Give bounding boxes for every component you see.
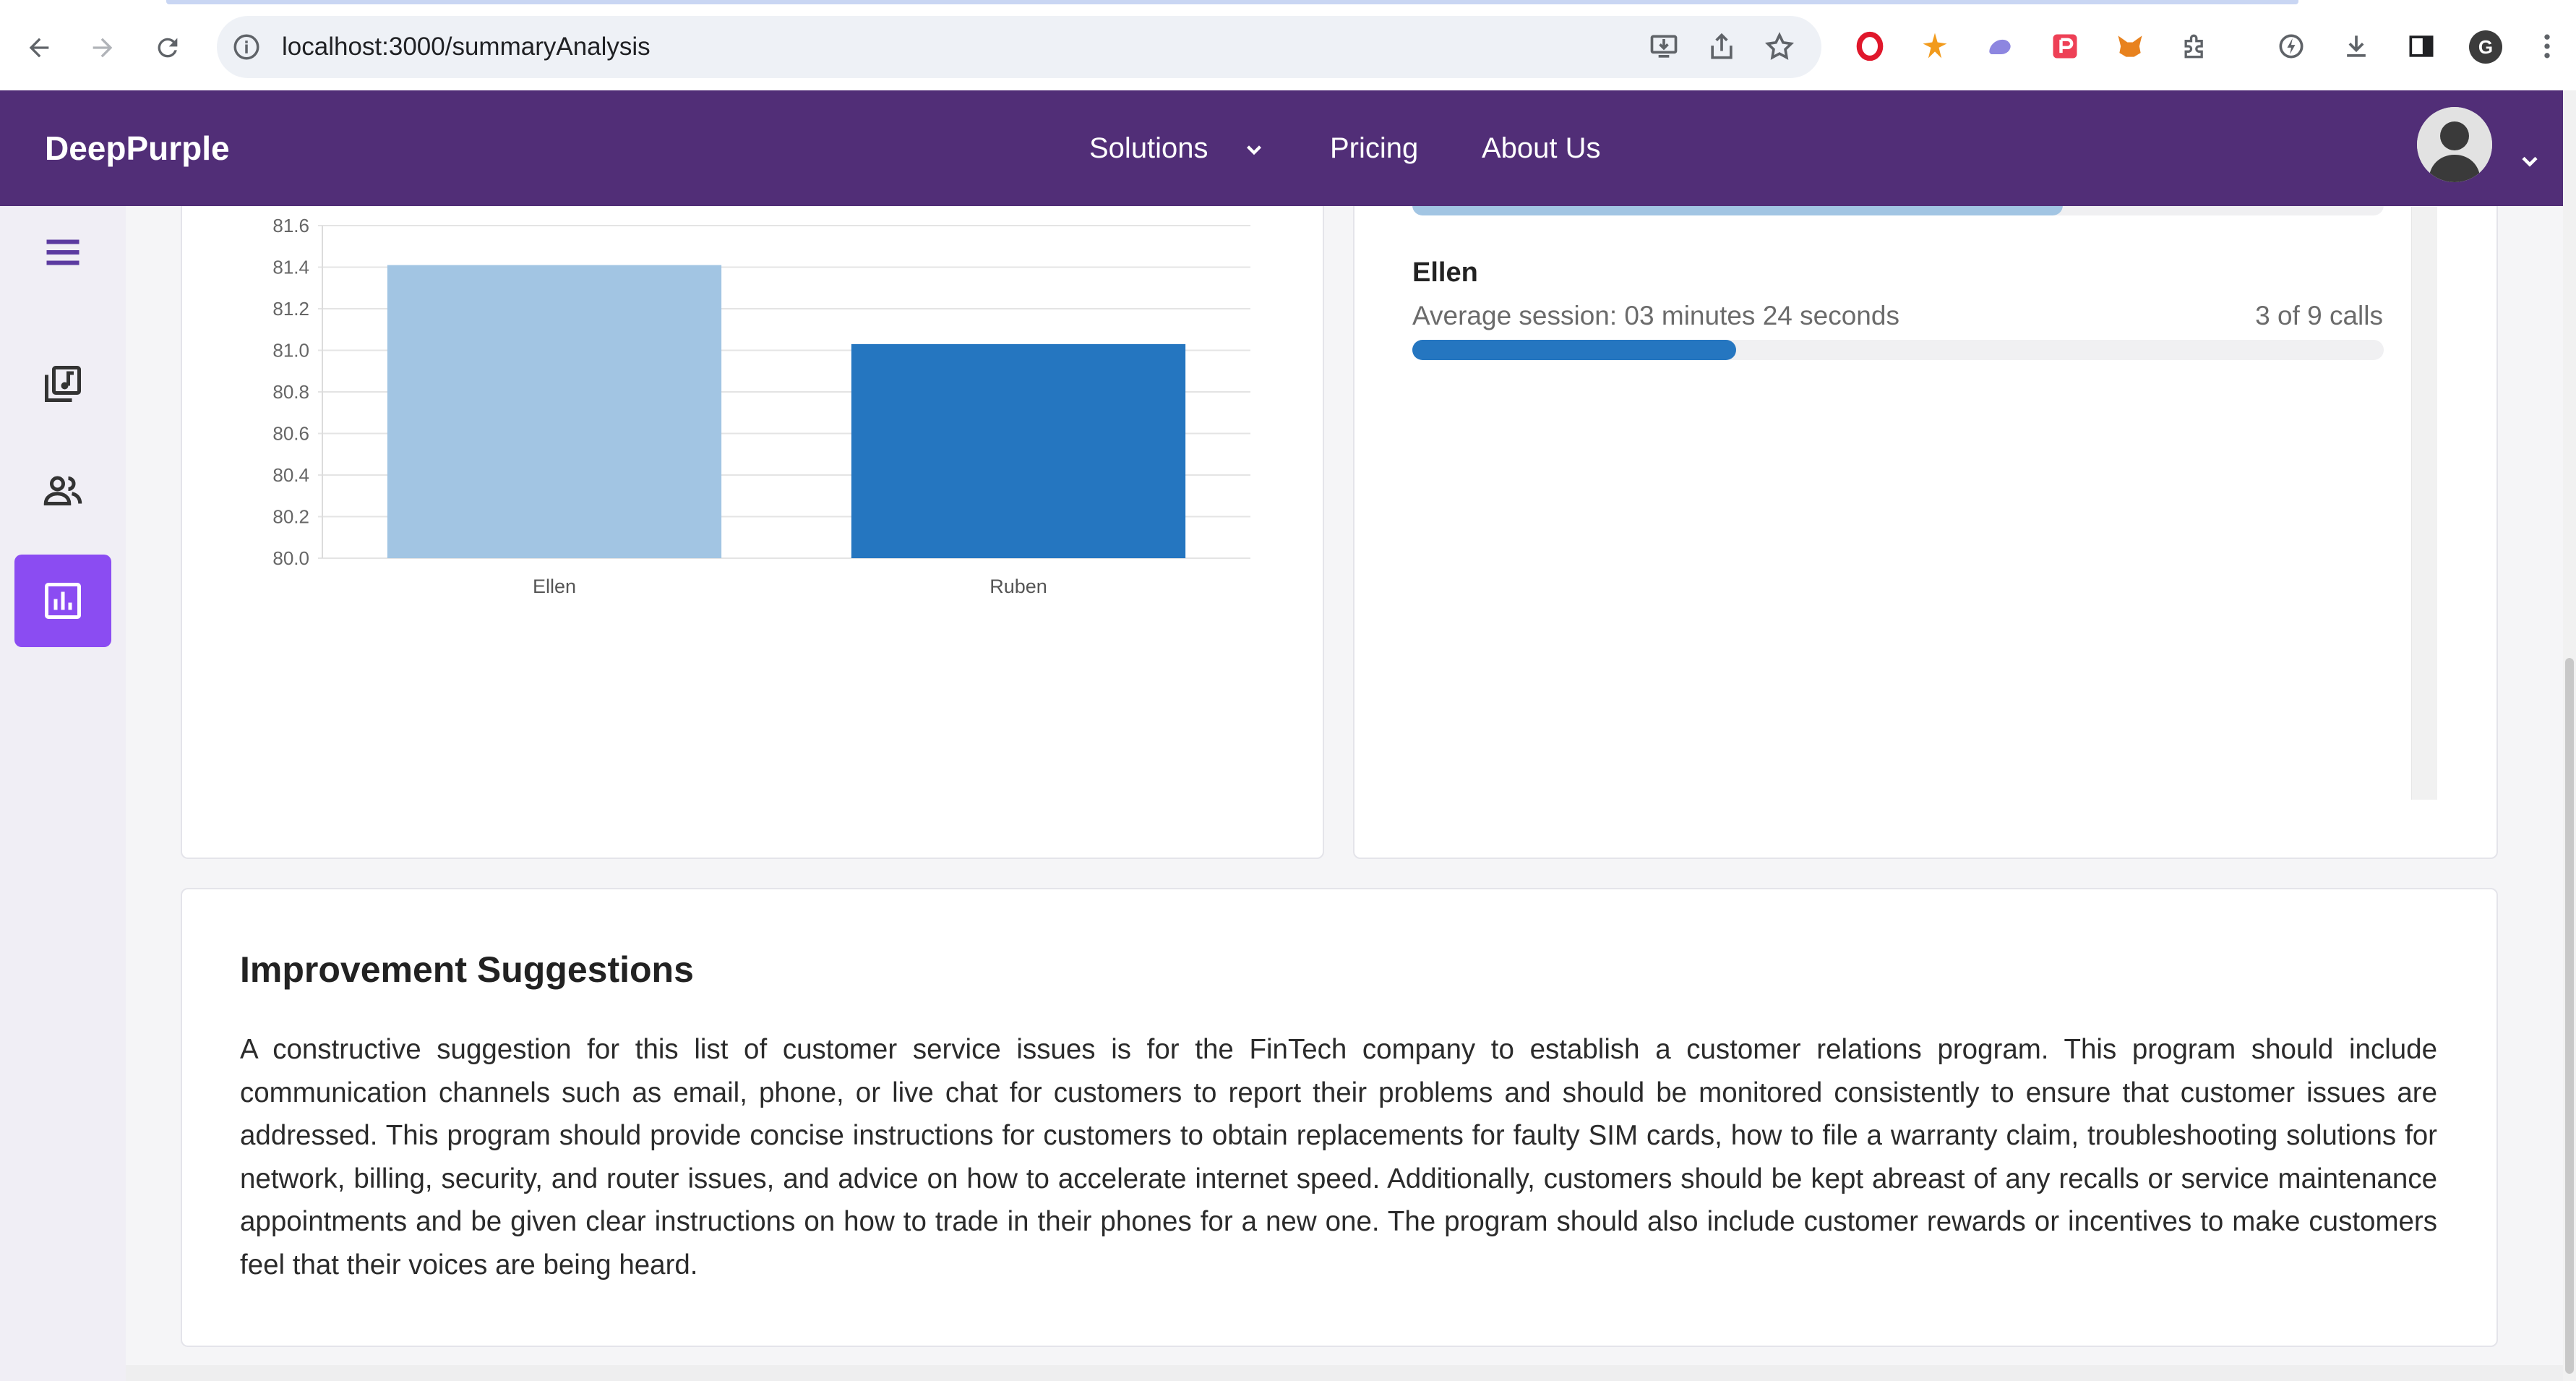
install-app-icon[interactable] [1648, 31, 1680, 63]
site-info-icon[interactable] [231, 32, 262, 62]
agents-list-scrollbar[interactable] [2411, 207, 2437, 800]
url-text[interactable]: localhost:3000/summaryAnalysis [282, 16, 651, 78]
bookmark-star-icon[interactable] [1764, 31, 1795, 63]
y-tick-label: 81.4 [272, 257, 309, 278]
pocket-extension-icon[interactable] [2048, 29, 2082, 64]
suggestions-title: Improvement Suggestions [240, 949, 694, 990]
reload-button[interactable] [145, 25, 191, 71]
forward-button[interactable] [80, 25, 126, 71]
share-icon[interactable] [1706, 31, 1738, 63]
people-icon [43, 476, 82, 505]
sidebar-item-menu[interactable] [14, 206, 111, 299]
chart-x-axis: Ellen Ruben [533, 576, 1047, 597]
arrow-right-icon [93, 38, 113, 58]
suggestions-text: A constructive suggestion for this list … [240, 1034, 2437, 1280]
bar-ruben[interactable] [851, 343, 1186, 558]
sidebar [0, 206, 126, 1381]
y-tick-label: 80.4 [272, 464, 309, 486]
y-tick-label: 80.0 [272, 547, 309, 569]
y-tick-label: 81.0 [272, 340, 309, 362]
browser-toolbar: localhost:3000/summaryAnalysis G [0, 0, 2576, 90]
spark-extension-icon[interactable] [1918, 29, 1952, 64]
music-library-icon [45, 366, 81, 402]
agent-name: Ellen [1412, 257, 1478, 288]
sidebar-item-summary[interactable] [14, 555, 111, 647]
sidebar-item-analysis[interactable] [14, 338, 111, 430]
hamburger-icon [46, 239, 80, 265]
metamask-fox-icon[interactable] [2113, 29, 2147, 64]
cloud-extension-icon[interactable] [1983, 29, 2017, 64]
x-tick-label: Ruben [989, 576, 1047, 597]
bar-chart: 80.0 80.2 80.4 80.6 80.8 81.0 81.2 81.4 81.6 Ell… [272, 215, 1250, 597]
app-header: DeepPurple Solutions Pricing About Us [0, 90, 2563, 206]
bar-ellen[interactable] [387, 265, 722, 558]
side-panel-icon[interactable] [2404, 29, 2439, 64]
page-bottom-edge [126, 1365, 2563, 1381]
y-tick-label: 81.2 [272, 298, 309, 320]
y-tick-label: 80.6 [272, 423, 309, 445]
arrow-left-icon [29, 38, 49, 58]
browser-menu-icon[interactable] [2530, 29, 2564, 64]
chart-y-axis: 80.0 80.2 80.4 80.6 80.8 81.0 81.2 81.4 81.6 [272, 215, 309, 569]
download-icon[interactable] [2339, 29, 2374, 64]
active-tab-edge [166, 0, 2298, 4]
agent-sessions-card [1353, 174, 2498, 859]
agent-progress-fill [1412, 340, 1736, 360]
sidebar-item-agents[interactable] [14, 445, 111, 537]
address-bar[interactable]: localhost:3000/summaryAnalysis [217, 16, 1821, 78]
y-tick-label: 80.8 [272, 381, 309, 403]
user-avatar[interactable] [2417, 107, 2492, 182]
page-scrollbar-thumb[interactable] [2565, 658, 2574, 1374]
reload-icon [158, 38, 178, 58]
performance-icon[interactable] [2274, 29, 2309, 64]
x-tick-label: Ellen [533, 576, 576, 597]
nav-pricing[interactable]: Pricing [1330, 90, 1418, 206]
browser-profile-avatar[interactable]: G [2469, 30, 2502, 64]
brand-logo[interactable]: DeepPurple [45, 90, 230, 206]
y-tick-label: 81.6 [272, 215, 309, 236]
account-chevron-down-icon[interactable] [2517, 148, 2543, 174]
agent-call-count: 3 of 9 calls [2255, 301, 2383, 330]
opera-extension-icon[interactable] [1852, 29, 1887, 64]
extensions-puzzle-icon[interactable] [2178, 29, 2212, 64]
nav-solutions[interactable]: Solutions [1089, 90, 1208, 206]
agent-average-session: Average session: 03 minutes 24 seconds [1412, 301, 1899, 330]
nav-about-us[interactable]: About Us [1482, 90, 1601, 206]
user-silhouette-icon [2417, 107, 2492, 182]
bar-chart-icon [45, 583, 81, 619]
y-tick-label: 80.2 [272, 506, 309, 528]
back-button[interactable] [16, 25, 62, 71]
chevron-down-icon[interactable] [1242, 137, 1266, 162]
